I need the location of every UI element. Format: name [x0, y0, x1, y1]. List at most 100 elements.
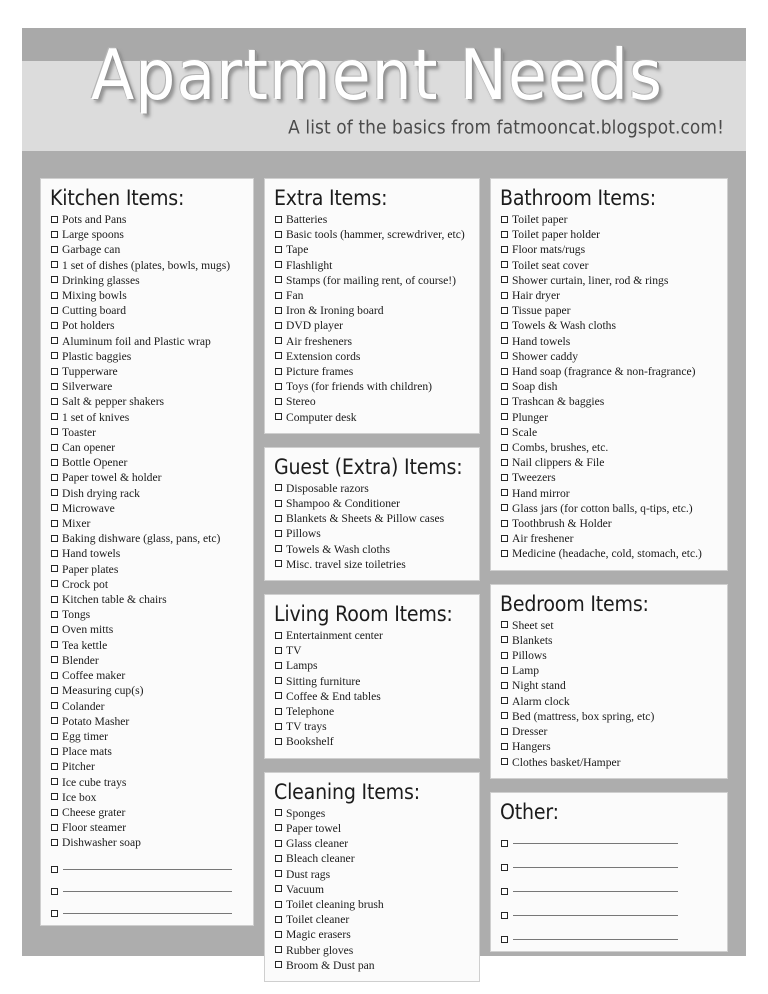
checklist-item[interactable]: Dishwasher soap	[50, 835, 246, 850]
checkbox-icon[interactable]	[275, 337, 282, 345]
checkbox-icon[interactable]	[275, 885, 282, 893]
checklist-item[interactable]: Misc. travel size toiletries	[274, 557, 472, 572]
write-in-line[interactable]	[500, 935, 720, 943]
checklist-item[interactable]: Toaster	[50, 425, 246, 440]
checklist-item[interactable]: Basic tools (hammer, screwdriver, etc)	[274, 227, 472, 242]
checkbox-icon[interactable]	[51, 595, 58, 603]
checkbox-icon[interactable]	[275, 484, 282, 492]
checkbox-icon[interactable]	[51, 838, 58, 846]
checkbox-icon[interactable]	[275, 646, 282, 654]
checklist-item[interactable]: Blankets	[500, 633, 720, 648]
checklist-item[interactable]: Egg timer	[50, 729, 246, 744]
checklist-item[interactable]: Stamps (for mailing rent, of course!)	[274, 273, 472, 288]
checklist-item[interactable]: Sheet set	[500, 618, 720, 633]
checklist-item[interactable]: Medicine (headache, cold, stomach, etc.)	[500, 546, 720, 561]
write-in-rule[interactable]	[63, 912, 232, 914]
checklist-item[interactable]: Pots and Pans	[50, 212, 246, 227]
checkbox-icon[interactable]	[51, 443, 58, 451]
checkbox-icon[interactable]	[501, 246, 508, 253]
checklist-item[interactable]: Bed (mattress, box spring, etc)	[500, 709, 720, 724]
checklist-item[interactable]: Vacuum	[274, 882, 472, 897]
checklist-item[interactable]: Towels & Wash cloths	[274, 542, 472, 557]
checklist-item[interactable]: Fan	[274, 288, 472, 303]
checklist-item[interactable]: Glass jars (for cotton balls, q-tips, et…	[500, 501, 720, 516]
checkbox-icon[interactable]	[51, 504, 58, 512]
write-in-line[interactable]	[50, 887, 246, 895]
checkbox-icon[interactable]	[275, 854, 282, 862]
checklist-item[interactable]: Kitchen table & chairs	[50, 592, 246, 607]
checkbox-icon[interactable]	[275, 246, 282, 253]
checklist-item[interactable]: Ice cube trays	[50, 775, 246, 790]
checklist-item[interactable]: Soap dish	[500, 379, 720, 394]
checkbox-icon[interactable]	[275, 413, 282, 421]
checklist-item[interactable]: Hand towels	[50, 546, 246, 561]
checkbox-icon[interactable]	[275, 499, 282, 507]
checkbox-icon[interactable]	[275, 514, 282, 522]
checklist-item[interactable]: Baking dishware (glass, pans, etc)	[50, 531, 246, 546]
checkbox-icon[interactable]	[51, 909, 58, 917]
checkbox-icon[interactable]	[501, 382, 508, 390]
checklist-item[interactable]: Tongs	[50, 607, 246, 622]
checkbox-icon[interactable]	[51, 626, 58, 634]
checklist-item[interactable]: Dresser	[500, 724, 720, 739]
checkbox-icon[interactable]	[51, 276, 58, 284]
write-in-rule[interactable]	[513, 842, 678, 844]
checklist-item[interactable]: Pitcher	[50, 759, 246, 774]
checkbox-icon[interactable]	[275, 530, 282, 538]
checkbox-icon[interactable]	[51, 458, 58, 466]
checkbox-icon[interactable]	[275, 900, 282, 908]
checkbox-icon[interactable]	[51, 428, 58, 436]
checklist-item[interactable]: Hair dryer	[500, 288, 720, 303]
checkbox-icon[interactable]	[51, 413, 58, 421]
write-in-rule[interactable]	[513, 938, 678, 940]
checklist-item[interactable]: Paper plates	[50, 562, 246, 577]
checkbox-icon[interactable]	[51, 686, 58, 694]
checklist-item[interactable]: Floor mats/rugs	[500, 242, 720, 257]
checklist-item[interactable]: Cheese grater	[50, 805, 246, 820]
checklist-item[interactable]: Night stand	[500, 678, 720, 693]
checkbox-icon[interactable]	[51, 261, 58, 269]
checkbox-icon[interactable]	[51, 398, 58, 406]
checkbox-icon[interactable]	[275, 560, 282, 568]
checkbox-icon[interactable]	[501, 911, 508, 919]
checkbox-icon[interactable]	[275, 839, 282, 847]
checkbox-icon[interactable]	[501, 413, 508, 421]
checkbox-icon[interactable]	[275, 722, 282, 730]
checklist-item[interactable]: Tissue paper	[500, 303, 720, 318]
checklist-item[interactable]: Shampoo & Conditioner	[274, 496, 472, 511]
checklist-item[interactable]: Measuring cup(s)	[50, 683, 246, 698]
checklist-item[interactable]: 1 set of knives	[50, 410, 246, 425]
checklist-item[interactable]: TV	[274, 643, 472, 658]
checkbox-icon[interactable]	[275, 352, 282, 360]
checklist-item[interactable]: Air fresheners	[274, 334, 472, 349]
checklist-item[interactable]: Sitting furniture	[274, 674, 472, 689]
checkbox-icon[interactable]	[275, 276, 282, 284]
checkbox-icon[interactable]	[51, 865, 58, 873]
checkbox-icon[interactable]	[501, 712, 508, 720]
checklist-item[interactable]: Computer desk	[274, 410, 472, 425]
checkbox-icon[interactable]	[51, 717, 58, 725]
checkbox-icon[interactable]	[275, 291, 282, 299]
write-in-line[interactable]	[500, 887, 720, 895]
checkbox-icon[interactable]	[501, 534, 508, 542]
checkbox-icon[interactable]	[501, 758, 508, 766]
checkbox-icon[interactable]	[51, 337, 58, 345]
checkbox-icon[interactable]	[501, 261, 508, 269]
checklist-item[interactable]: Hand mirror	[500, 486, 720, 501]
checklist-item[interactable]: Picture frames	[274, 364, 472, 379]
checkbox-icon[interactable]	[275, 809, 282, 817]
checkbox-icon[interactable]	[275, 915, 282, 923]
checkbox-icon[interactable]	[501, 230, 508, 238]
checklist-item[interactable]: Batteries	[274, 212, 472, 227]
checkbox-icon[interactable]	[501, 474, 508, 482]
checklist-item[interactable]: Toilet paper	[500, 212, 720, 227]
checklist-item[interactable]: Rubber gloves	[274, 943, 472, 958]
checklist-item[interactable]: Iron & Ironing board	[274, 303, 472, 318]
checkbox-icon[interactable]	[501, 458, 508, 466]
checklist-item[interactable]: Garbage can	[50, 242, 246, 257]
checklist-item[interactable]: Clothes basket/Hamper	[500, 755, 720, 770]
checklist-item[interactable]: Broom & Dust pan	[274, 958, 472, 973]
checklist-item[interactable]: Coffee & End tables	[274, 689, 472, 704]
checkbox-icon[interactable]	[51, 887, 58, 895]
checkbox-icon[interactable]	[275, 662, 282, 670]
